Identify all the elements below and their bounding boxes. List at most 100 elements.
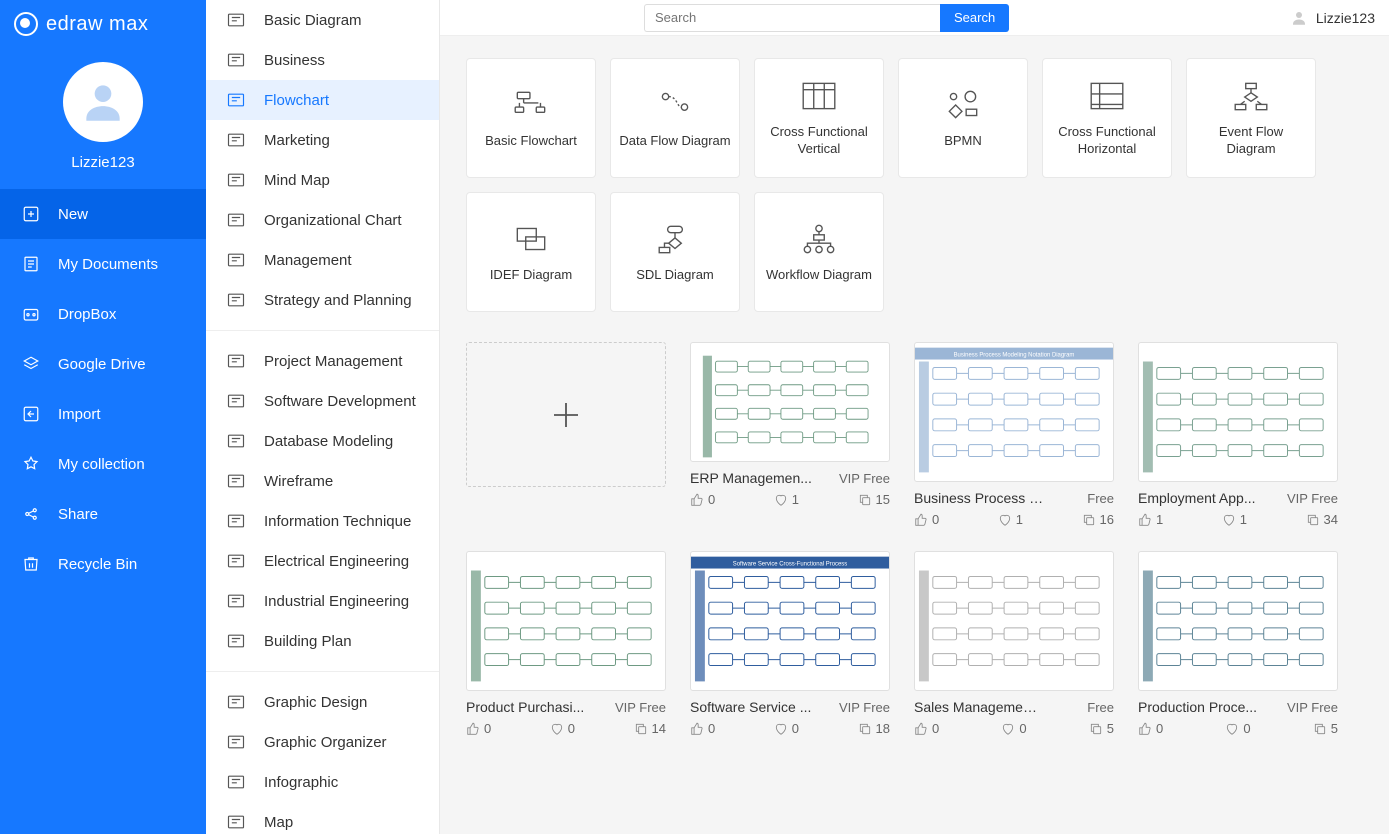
category-icon (226, 431, 246, 451)
type-label: Cross Functional Horizontal (1051, 124, 1163, 158)
type-icon (511, 221, 551, 257)
template-thumbnail[interactable] (466, 551, 666, 691)
category-software-development[interactable]: Software Development (206, 381, 439, 421)
category-information-technique[interactable]: Information Technique (206, 501, 439, 541)
search-input[interactable] (644, 4, 940, 32)
type-data-flow-diagram[interactable]: Data Flow Diagram (610, 58, 740, 178)
template-card[interactable]: Business Process Modeling Notation Diagr… (914, 342, 1114, 527)
template-thumbnail[interactable] (690, 342, 890, 462)
type-basic-flowchart[interactable]: Basic Flowchart (466, 58, 596, 178)
category-infographic[interactable]: Infographic (206, 762, 439, 802)
nav-share[interactable]: Share (0, 489, 206, 539)
new-blank-tile[interactable] (466, 342, 666, 487)
type-sdl-diagram[interactable]: SDL Diagram (610, 192, 740, 312)
type-label: Workflow Diagram (766, 267, 872, 284)
category-flowchart[interactable]: Flowchart (206, 80, 439, 120)
category-basic-diagram[interactable]: Basic Diagram (206, 0, 439, 40)
copies-count[interactable]: 15 (858, 492, 890, 507)
copy-icon (858, 493, 872, 507)
category-project-management[interactable]: Project Management (206, 341, 439, 381)
category-icon (226, 692, 246, 712)
category-map[interactable]: Map (206, 802, 439, 834)
search-button[interactable]: Search (940, 4, 1009, 32)
thumbs-up-icon (690, 722, 704, 736)
heart-icon (550, 722, 564, 736)
template-card[interactable]: Software Service Cross-Functional Proces… (690, 551, 890, 736)
loves-count[interactable]: 1 (1222, 512, 1247, 527)
category-graphic-organizer[interactable]: Graphic Organizer (206, 722, 439, 762)
thumbs-up-icon (690, 493, 704, 507)
copies-count[interactable]: 14 (634, 721, 666, 736)
category-database-modeling[interactable]: Database Modeling (206, 421, 439, 461)
copies-count[interactable]: 5 (1089, 721, 1114, 736)
type-bpmn[interactable]: BPMN (898, 58, 1028, 178)
loves-count[interactable]: 0 (1225, 721, 1250, 736)
template-grid: ERP Managemen...VIP Free0115Business Pro… (466, 342, 1363, 736)
copy-icon (1313, 722, 1327, 736)
loves-count[interactable]: 0 (774, 721, 799, 736)
likes-count[interactable]: 0 (914, 721, 939, 736)
likes-count[interactable]: 1 (1138, 512, 1163, 527)
category-business[interactable]: Business (206, 40, 439, 80)
template-thumbnail[interactable]: Business Process Modeling Notation Diagr… (914, 342, 1114, 482)
likes-count[interactable]: 0 (690, 492, 715, 507)
nav-new[interactable]: New (0, 189, 206, 239)
template-thumbnail[interactable] (1138, 551, 1338, 691)
template-card[interactable]: Production Proce...VIP Free005 (1138, 551, 1338, 736)
category-label: Wireframe (264, 473, 333, 490)
template-thumbnail[interactable]: Software Service Cross-Functional Proces… (690, 551, 890, 691)
category-marketing[interactable]: Marketing (206, 120, 439, 160)
template-stats: 0 1 15 (690, 492, 890, 507)
category-mind-map[interactable]: Mind Map (206, 160, 439, 200)
template-card[interactable]: ERP Managemen...VIP Free0115 (690, 342, 890, 507)
likes-count[interactable]: 0 (690, 721, 715, 736)
nav-dropbox[interactable]: DropBox (0, 289, 206, 339)
loves-count[interactable]: 1 (774, 492, 799, 507)
copies-count[interactable]: 34 (1306, 512, 1338, 527)
category-strategy-and-planning[interactable]: Strategy and Planning (206, 280, 439, 320)
template-card[interactable]: Product Purchasi...VIP Free0014 (466, 551, 666, 736)
category-electrical-engineering[interactable]: Electrical Engineering (206, 541, 439, 581)
logo-icon (14, 12, 38, 36)
copies-count[interactable]: 18 (858, 721, 890, 736)
category-management[interactable]: Management (206, 240, 439, 280)
template-card[interactable]: Employment App...VIP Free1134 (1138, 342, 1338, 527)
heart-icon (1225, 722, 1239, 736)
template-price: VIP Free (1287, 491, 1338, 506)
nav-my-documents[interactable]: My Documents (0, 239, 206, 289)
category-icon (226, 391, 246, 411)
type-cross-functional-vertical[interactable]: Cross Functional Vertical (754, 58, 884, 178)
template-thumbnail[interactable] (914, 551, 1114, 691)
type-cross-functional-horizontal[interactable]: Cross Functional Horizontal (1042, 58, 1172, 178)
nav-recycle-bin[interactable]: Recycle Bin (0, 539, 206, 589)
copies-count[interactable]: 16 (1082, 512, 1114, 527)
likes-count[interactable]: 0 (1138, 721, 1163, 736)
nav-my-collection[interactable]: My collection (0, 439, 206, 489)
type-event-flow-diagram[interactable]: Event Flow Diagram (1186, 58, 1316, 178)
likes-count[interactable]: 0 (914, 512, 939, 527)
likes-count[interactable]: 0 (466, 721, 491, 736)
copy-icon (858, 722, 872, 736)
template-card[interactable]: Sales Management C...Free005 (914, 551, 1114, 736)
heart-icon (1222, 513, 1236, 527)
category-building-plan[interactable]: Building Plan (206, 621, 439, 661)
copies-count[interactable]: 5 (1313, 721, 1338, 736)
template-thumbnail[interactable] (1138, 342, 1338, 482)
category-organizational-chart[interactable]: Organizational Chart (206, 200, 439, 240)
nav-icon (22, 405, 40, 423)
type-workflow-diagram[interactable]: Workflow Diagram (754, 192, 884, 312)
template-price: VIP Free (839, 700, 890, 715)
content-scroll[interactable]: Basic FlowchartData Flow DiagramCross Fu… (440, 36, 1389, 834)
category-graphic-design[interactable]: Graphic Design (206, 682, 439, 722)
loves-count[interactable]: 0 (1001, 721, 1026, 736)
category-industrial-engineering[interactable]: Industrial Engineering (206, 581, 439, 621)
category-wireframe[interactable]: Wireframe (206, 461, 439, 501)
avatar[interactable] (63, 62, 143, 142)
template-new[interactable] (466, 342, 666, 487)
loves-count[interactable]: 0 (550, 721, 575, 736)
type-idef-diagram[interactable]: IDEF Diagram (466, 192, 596, 312)
loves-count[interactable]: 1 (998, 512, 1023, 527)
nav-import[interactable]: Import (0, 389, 206, 439)
nav-google-drive[interactable]: Google Drive (0, 339, 206, 389)
user-menu[interactable]: Lizzie123 (1290, 9, 1375, 27)
